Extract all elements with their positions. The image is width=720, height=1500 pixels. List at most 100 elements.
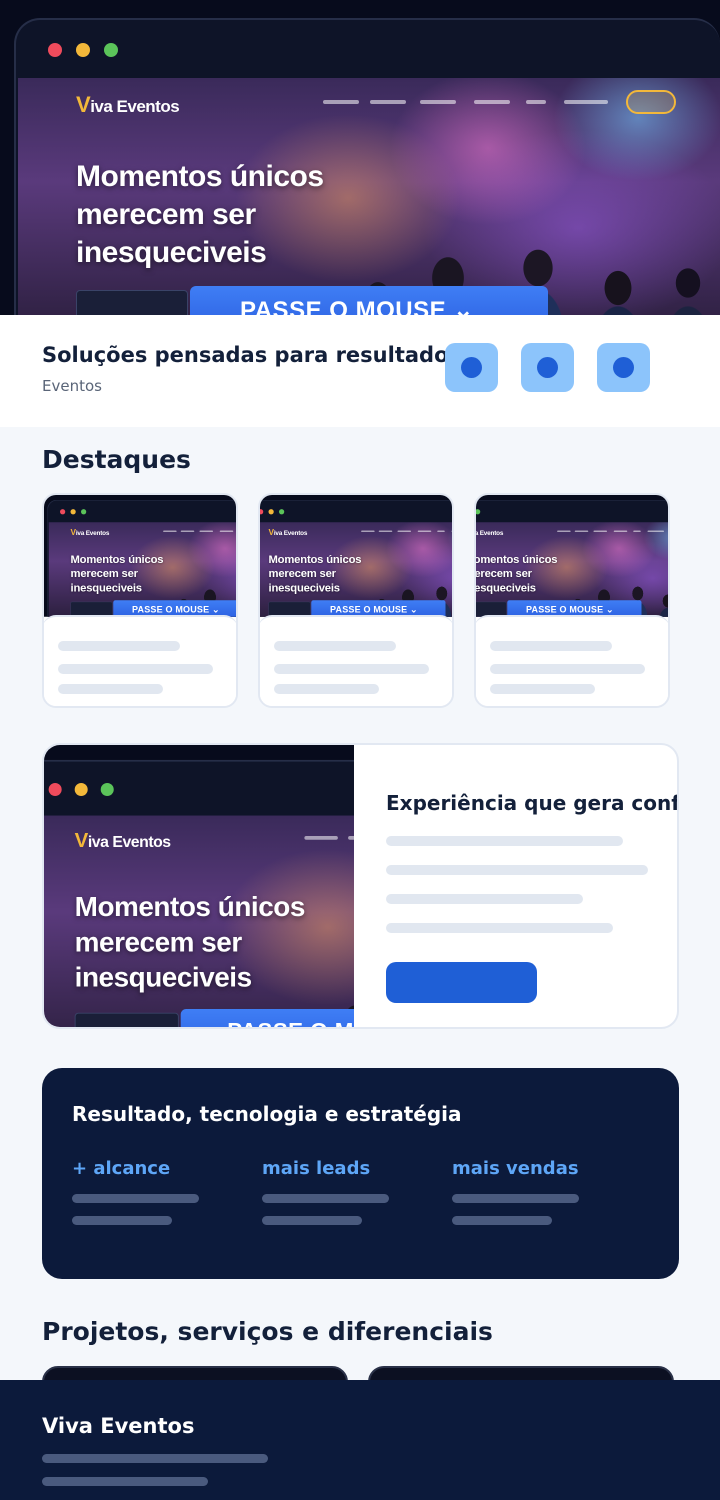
stat-reach: + alcance <box>72 1158 171 1179</box>
text-placeholder <box>58 684 163 694</box>
nav-link <box>348 836 354 840</box>
results-title: Resultado, tecnologia e estratégia <box>72 1102 462 1126</box>
event-photo: Viva Eventos Momentos únicos merecem ser… <box>44 815 354 1027</box>
event-banner-image: Viva Eventos Momentos únicos merecem ser… <box>44 745 354 1027</box>
card-body <box>44 615 236 706</box>
feature-title: Experiência que gera confiança <box>386 791 679 815</box>
nav-link <box>474 100 510 104</box>
feature-chip-icon[interactable] <box>521 343 574 392</box>
projects-title: Projetos, serviços e diferenciais <box>42 1317 493 1346</box>
feature-chip-icon[interactable] <box>597 343 650 392</box>
card-title-placeholder <box>274 641 396 651</box>
nav-link <box>323 100 359 104</box>
window-maximize-dot <box>476 509 481 515</box>
text-placeholder <box>262 1194 389 1203</box>
hero-headline: Momentos únicos merecem ser inesquecivei… <box>74 891 306 994</box>
highlight-card[interactable]: Viva Eventos Momentos únicos merecem ser… <box>42 493 238 708</box>
window-minimize-dot <box>76 43 90 57</box>
card-title-placeholder <box>58 641 180 651</box>
nav-link <box>370 100 406 104</box>
nav-link <box>451 530 452 532</box>
hero-headline: Momentos únicos merecem ser inesquecivei… <box>474 553 558 594</box>
nav-link <box>574 530 589 532</box>
event-banner-image: Viva Eventos Momentos únicos merecem ser… <box>474 495 668 617</box>
footer-brand: Viva Eventos <box>42 1414 195 1438</box>
highlights-title: Destaques <box>42 445 191 474</box>
window-minimize-dot <box>70 509 76 515</box>
hero-cta-button: PASSE O MOUSE ⌄ <box>180 1008 354 1027</box>
card-body <box>476 615 668 706</box>
window-maximize-dot <box>81 509 87 515</box>
nav-link <box>361 530 375 532</box>
window-maximize-dot <box>279 509 285 515</box>
nav-contact-button <box>626 90 676 114</box>
text-placeholder <box>274 664 429 674</box>
nav-link <box>437 530 445 532</box>
text-placeholder <box>262 1216 362 1225</box>
text-placeholder <box>386 923 613 933</box>
nav-link <box>397 530 411 532</box>
window-minimize-dot <box>74 782 88 797</box>
event-banner-image: Viva Eventos Momentos únicos merecem ser… <box>0 0 720 315</box>
event-banner-image: Viva Eventos Momentos únicos merecem ser… <box>44 495 236 617</box>
event-photo: Viva Eventos Momentos únicos merecem ser… <box>18 78 720 315</box>
stat-sales: mais vendas <box>452 1158 579 1179</box>
nav-link <box>613 530 628 532</box>
site-logo: Viva Eventos <box>70 527 110 537</box>
window-close-dot <box>48 782 62 797</box>
window-close-dot <box>48 43 62 57</box>
window-maximize-dot <box>104 43 118 57</box>
solutions-subtitle: Eventos <box>42 377 102 395</box>
hero-secondary-button <box>74 1012 179 1027</box>
nav-link <box>199 530 213 532</box>
nav-link <box>163 530 177 532</box>
nav-link <box>304 836 338 840</box>
window-maximize-dot <box>100 782 114 797</box>
feature-button[interactable] <box>386 962 537 1003</box>
text-placeholder <box>490 684 595 694</box>
hero-headline: Momentos únicos merecem ser inesquecivei… <box>76 160 324 269</box>
nav-link <box>526 100 546 104</box>
nav-link <box>647 530 664 532</box>
site-logo: Viva Eventos <box>76 92 180 117</box>
card-thumbnail: Viva Eventos Momentos únicos merecem ser… <box>44 495 236 617</box>
results-panel: Resultado, tecnologia e estratégia + alc… <box>42 1068 679 1279</box>
text-placeholder <box>42 1454 268 1463</box>
footer: Viva Eventos <box>0 1380 720 1500</box>
solutions-title: Soluções pensadas para resultados <box>42 343 461 367</box>
text-placeholder <box>386 836 623 846</box>
hero-cta-button: PASSE O MOUSE ⌄ <box>190 286 548 315</box>
text-placeholder <box>42 1477 208 1486</box>
hero-secondary-button <box>76 290 188 315</box>
highlight-card[interactable]: Viva Eventos Momentos únicos merecem ser… <box>258 493 454 708</box>
hero-section: Viva Eventos Momentos únicos merecem ser… <box>0 0 720 315</box>
feature-chip-icon[interactable] <box>445 343 498 392</box>
card-title-placeholder <box>490 641 612 651</box>
window-close-dot <box>260 509 264 515</box>
text-placeholder <box>58 664 213 674</box>
nav-link <box>180 530 195 532</box>
text-placeholder <box>452 1194 579 1203</box>
highlight-card[interactable]: Viva Eventos Momentos únicos merecem ser… <box>474 493 670 708</box>
feature-card: Viva Eventos Momentos únicos merecem ser… <box>42 743 679 1029</box>
feature-image: Viva Eventos Momentos únicos merecem ser… <box>44 745 354 1027</box>
window-close-dot <box>60 509 66 515</box>
hero-headline: Momentos únicos merecem ser inesquecivei… <box>70 553 164 594</box>
text-placeholder <box>72 1194 199 1203</box>
nav-link <box>564 100 608 104</box>
window-minimize-dot <box>268 509 274 515</box>
nav-link <box>557 530 571 532</box>
nav-link <box>219 530 234 532</box>
solutions-band: Soluções pensadas para resultados Evento… <box>0 315 720 427</box>
hero-headline: Momentos únicos merecem ser inesquecivei… <box>268 553 362 594</box>
card-body <box>260 615 452 706</box>
text-placeholder <box>274 684 379 694</box>
event-banner-image: Viva Eventos Momentos únicos merecem ser… <box>260 495 452 617</box>
event-photo: Viva Eventos Momentos únicos merecem ser… <box>474 522 668 617</box>
text-placeholder <box>386 865 648 875</box>
site-logo: Viva Eventos <box>474 529 504 537</box>
nav-link <box>633 530 641 532</box>
nav-link <box>378 530 393 532</box>
nav-link <box>417 530 432 532</box>
event-photo: Viva Eventos Momentos únicos merecem ser… <box>48 522 236 617</box>
